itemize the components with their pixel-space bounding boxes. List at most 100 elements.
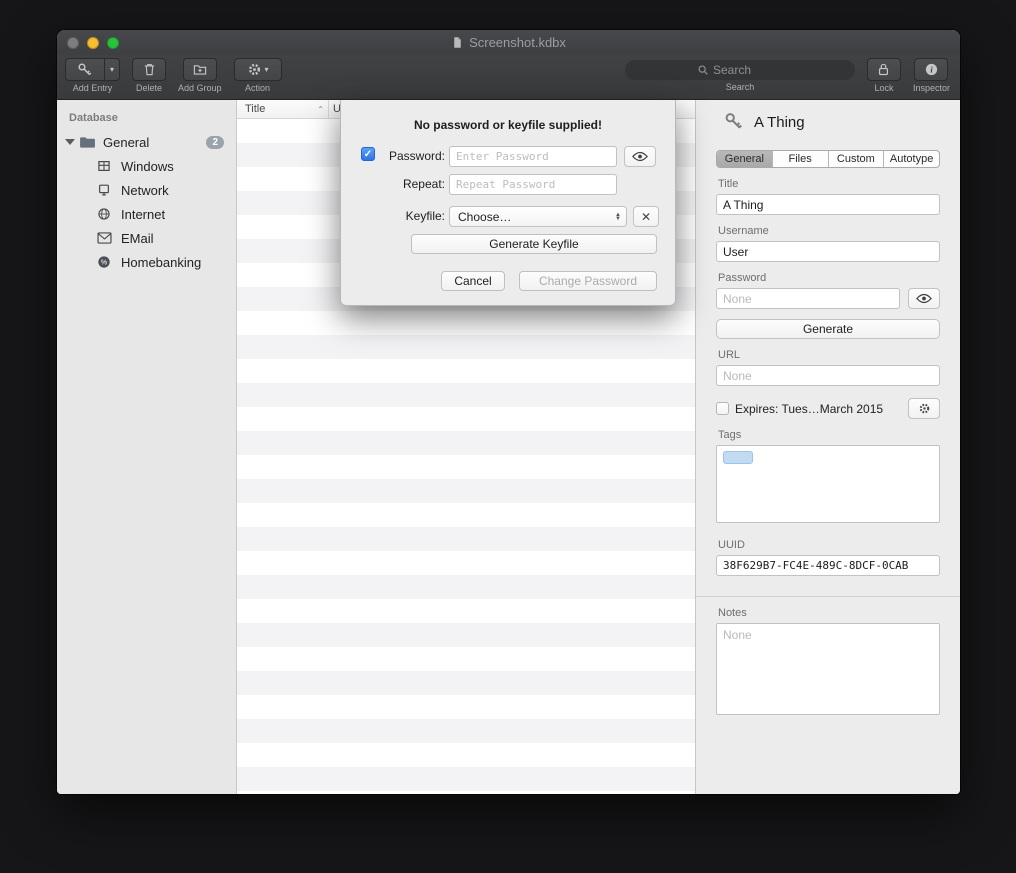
search-item: Search	[625, 58, 855, 92]
repeat-input[interactable]	[449, 174, 617, 195]
sidebar-item-email[interactable]: EMail	[57, 226, 236, 250]
inspector-button[interactable]: i	[914, 58, 948, 81]
minimize-button[interactable]	[87, 37, 99, 49]
zoom-button[interactable]	[107, 37, 119, 49]
generate-keyfile-button[interactable]: Generate Keyfile	[411, 234, 657, 254]
generate-password-button[interactable]: Generate	[716, 319, 940, 339]
sidebar-item-general[interactable]: General 2	[57, 130, 236, 154]
entry-count-badge: 2	[206, 136, 224, 149]
delete-button[interactable]	[132, 58, 166, 81]
eye-icon	[632, 151, 648, 162]
cancel-button[interactable]: Cancel	[441, 271, 505, 291]
key-icon	[724, 112, 744, 132]
column-header-title[interactable]: Title ⌃	[237, 100, 329, 118]
sidebar-item-label: Homebanking	[121, 255, 201, 270]
percent-coin-icon: %	[97, 255, 114, 270]
sheet-message: No password or keyfile supplied!	[341, 100, 675, 132]
svg-text:%: %	[101, 260, 107, 267]
sidebar-item-network[interactable]: Network	[57, 178, 236, 202]
sidebar-item-homebanking[interactable]: % Homebanking	[57, 250, 236, 274]
title-label: Title	[718, 178, 940, 190]
password-label: Password:	[377, 149, 445, 163]
password-input[interactable]	[449, 146, 617, 167]
divider	[696, 596, 960, 597]
tab-general[interactable]: General	[717, 151, 773, 167]
sidebar-item-label: Windows	[121, 159, 174, 174]
reveal-password-button[interactable]	[908, 288, 940, 309]
sidebar-header: Database	[57, 108, 236, 130]
add-entry-label: Add Entry	[73, 83, 113, 93]
delete-item: Delete	[132, 58, 166, 93]
clear-keyfile-button[interactable]: ✕	[633, 206, 659, 227]
add-group-button[interactable]	[183, 58, 217, 81]
keyfile-label: Keyfile:	[377, 209, 445, 223]
tab-custom[interactable]: Custom	[829, 151, 885, 167]
globe-icon	[97, 207, 114, 222]
sidebar-item-label: General	[103, 135, 149, 150]
expires-row: Expires: Tues…March 2015	[716, 398, 940, 419]
search-icon	[697, 64, 709, 76]
window-title-area: Screenshot.kdbx	[57, 35, 960, 50]
expires-label: Expires: Tues…March 2015	[735, 402, 883, 416]
tab-autotype[interactable]: Autotype	[884, 151, 939, 167]
sidebar-item-internet[interactable]: Internet	[57, 202, 236, 226]
tab-files[interactable]: Files	[773, 151, 829, 167]
expires-checkbox[interactable]	[716, 402, 729, 415]
add-group-item: Add Group	[178, 58, 222, 93]
tags-label: Tags	[718, 429, 940, 441]
inspector-label: Inspector	[913, 83, 950, 93]
info-icon: i	[924, 62, 939, 77]
sidebar-item-label: Internet	[121, 207, 165, 222]
sidebar-item-label: EMail	[121, 231, 154, 246]
entry-header: A Thing	[724, 112, 940, 132]
username-field[interactable]	[716, 241, 940, 262]
document-icon	[451, 36, 464, 49]
search-label: Search	[726, 82, 755, 92]
network-icon	[97, 183, 114, 198]
lock-button[interactable]	[867, 58, 901, 81]
password-checkbox[interactable]: ✓	[361, 147, 375, 161]
mail-icon	[97, 231, 114, 246]
checkmark-icon: ✓	[364, 149, 372, 160]
username-label: Username	[718, 225, 940, 237]
change-password-button[interactable]: Change Password	[519, 271, 657, 291]
add-entry-button[interactable]	[65, 58, 105, 81]
delete-label: Delete	[136, 83, 162, 93]
reveal-password-button[interactable]	[624, 146, 656, 167]
search-input[interactable]	[713, 63, 783, 77]
sidebar-item-label: Network	[121, 183, 169, 198]
action-item: ▾ Action	[234, 58, 282, 93]
close-x-icon: ✕	[641, 210, 651, 224]
expires-settings-button[interactable]	[908, 398, 940, 419]
inspector-tabs: General Files Custom Autotype	[716, 150, 940, 168]
folder-plus-icon	[192, 62, 208, 77]
gear-icon	[247, 62, 262, 77]
action-button[interactable]: ▾	[234, 58, 282, 81]
app-window: Screenshot.kdbx ▾ Add Entry Delete Add G…	[57, 30, 960, 794]
lock-icon	[876, 62, 891, 77]
title-field[interactable]	[716, 194, 940, 215]
url-label: URL	[718, 349, 940, 361]
disclosure-triangle-icon[interactable]	[65, 139, 75, 145]
tags-box[interactable]	[716, 445, 940, 523]
folder-icon	[79, 135, 96, 150]
add-group-label: Add Group	[178, 83, 222, 93]
windows-icon	[97, 159, 114, 174]
window-title: Screenshot.kdbx	[469, 35, 566, 50]
sidebar-item-windows[interactable]: Windows	[57, 154, 236, 178]
uuid-field[interactable]	[716, 555, 940, 576]
notes-field[interactable]	[716, 623, 940, 715]
search-field[interactable]	[625, 60, 855, 80]
add-entry-dropdown[interactable]: ▾	[105, 58, 120, 81]
keyfile-popup[interactable]: Choose… ▲▼	[449, 206, 627, 227]
notes-label: Notes	[718, 607, 940, 619]
sidebar: Database General 2 Windows Network	[57, 100, 237, 794]
password-field[interactable]	[716, 288, 900, 309]
inspector-item: i Inspector	[913, 58, 950, 93]
url-field[interactable]	[716, 365, 940, 386]
trash-icon	[142, 62, 157, 77]
close-button[interactable]	[67, 37, 79, 49]
chevron-down-icon: ▾	[265, 65, 269, 74]
tag-chip[interactable]	[723, 451, 753, 464]
uuid-label: UUID	[718, 539, 940, 551]
